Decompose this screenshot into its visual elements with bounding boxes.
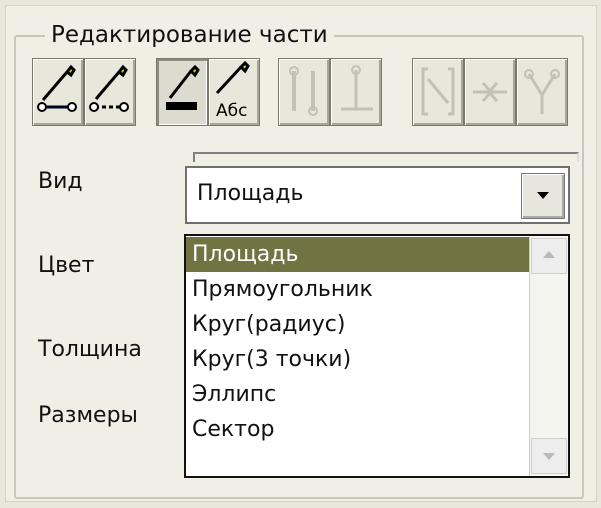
- group-title: Редактирование части: [45, 20, 334, 50]
- dropdown-option[interactable]: Круг(радиус): [186, 307, 532, 342]
- scroll-up-button[interactable]: [531, 238, 567, 274]
- link-icon: [289, 66, 318, 116]
- edit-label-button[interactable]: Абс: [208, 58, 260, 126]
- view-combobox[interactable]: Площадь: [185, 166, 570, 224]
- sizes-label: Размеры: [38, 403, 138, 428]
- dropdown-option[interactable]: Сектор: [186, 412, 532, 447]
- branch-button[interactable]: [330, 58, 382, 126]
- dropdown-option[interactable]: Площадь: [186, 237, 532, 272]
- merge-button[interactable]: [464, 58, 516, 126]
- combo-dropdown-button[interactable]: [521, 173, 565, 219]
- link-button[interactable]: [278, 58, 330, 126]
- scroll-down-button[interactable]: [531, 438, 567, 474]
- bracket-link-button[interactable]: [412, 58, 464, 126]
- merge-icon: [473, 82, 507, 102]
- svg-text:Абс: Абс: [216, 101, 247, 121]
- edit-point-button[interactable]: [32, 58, 84, 126]
- edit-dotted-point-icon: [89, 64, 129, 112]
- dropdown-option[interactable]: Эллипс: [186, 377, 532, 412]
- edit-point-icon: [37, 64, 77, 112]
- view-combobox-value: Площадь: [197, 181, 304, 206]
- dropdown-option[interactable]: Круг(3 точки): [186, 342, 532, 377]
- branch-icon: [341, 65, 373, 111]
- split-button[interactable]: [516, 58, 568, 126]
- split-icon: [524, 69, 560, 114]
- view-label: Вид: [38, 169, 83, 194]
- dropdown-scrollbar[interactable]: [529, 236, 568, 476]
- edit-label-icon: Абс: [215, 60, 250, 121]
- thickness-label: Толщина: [38, 337, 142, 362]
- color-label: Цвет: [38, 253, 95, 278]
- edit-area-button[interactable]: [156, 58, 208, 126]
- combo-top-border: [193, 152, 579, 162]
- view-dropdown-list[interactable]: Площадь Прямоугольник Круг(радиус) Круг(3 т…: [184, 234, 570, 478]
- dropdown-option[interactable]: Прямоугольник: [186, 272, 532, 307]
- edit-area-icon: [166, 64, 200, 110]
- bracket-link-icon: [421, 67, 455, 116]
- edit-dotted-point-button[interactable]: [84, 58, 136, 126]
